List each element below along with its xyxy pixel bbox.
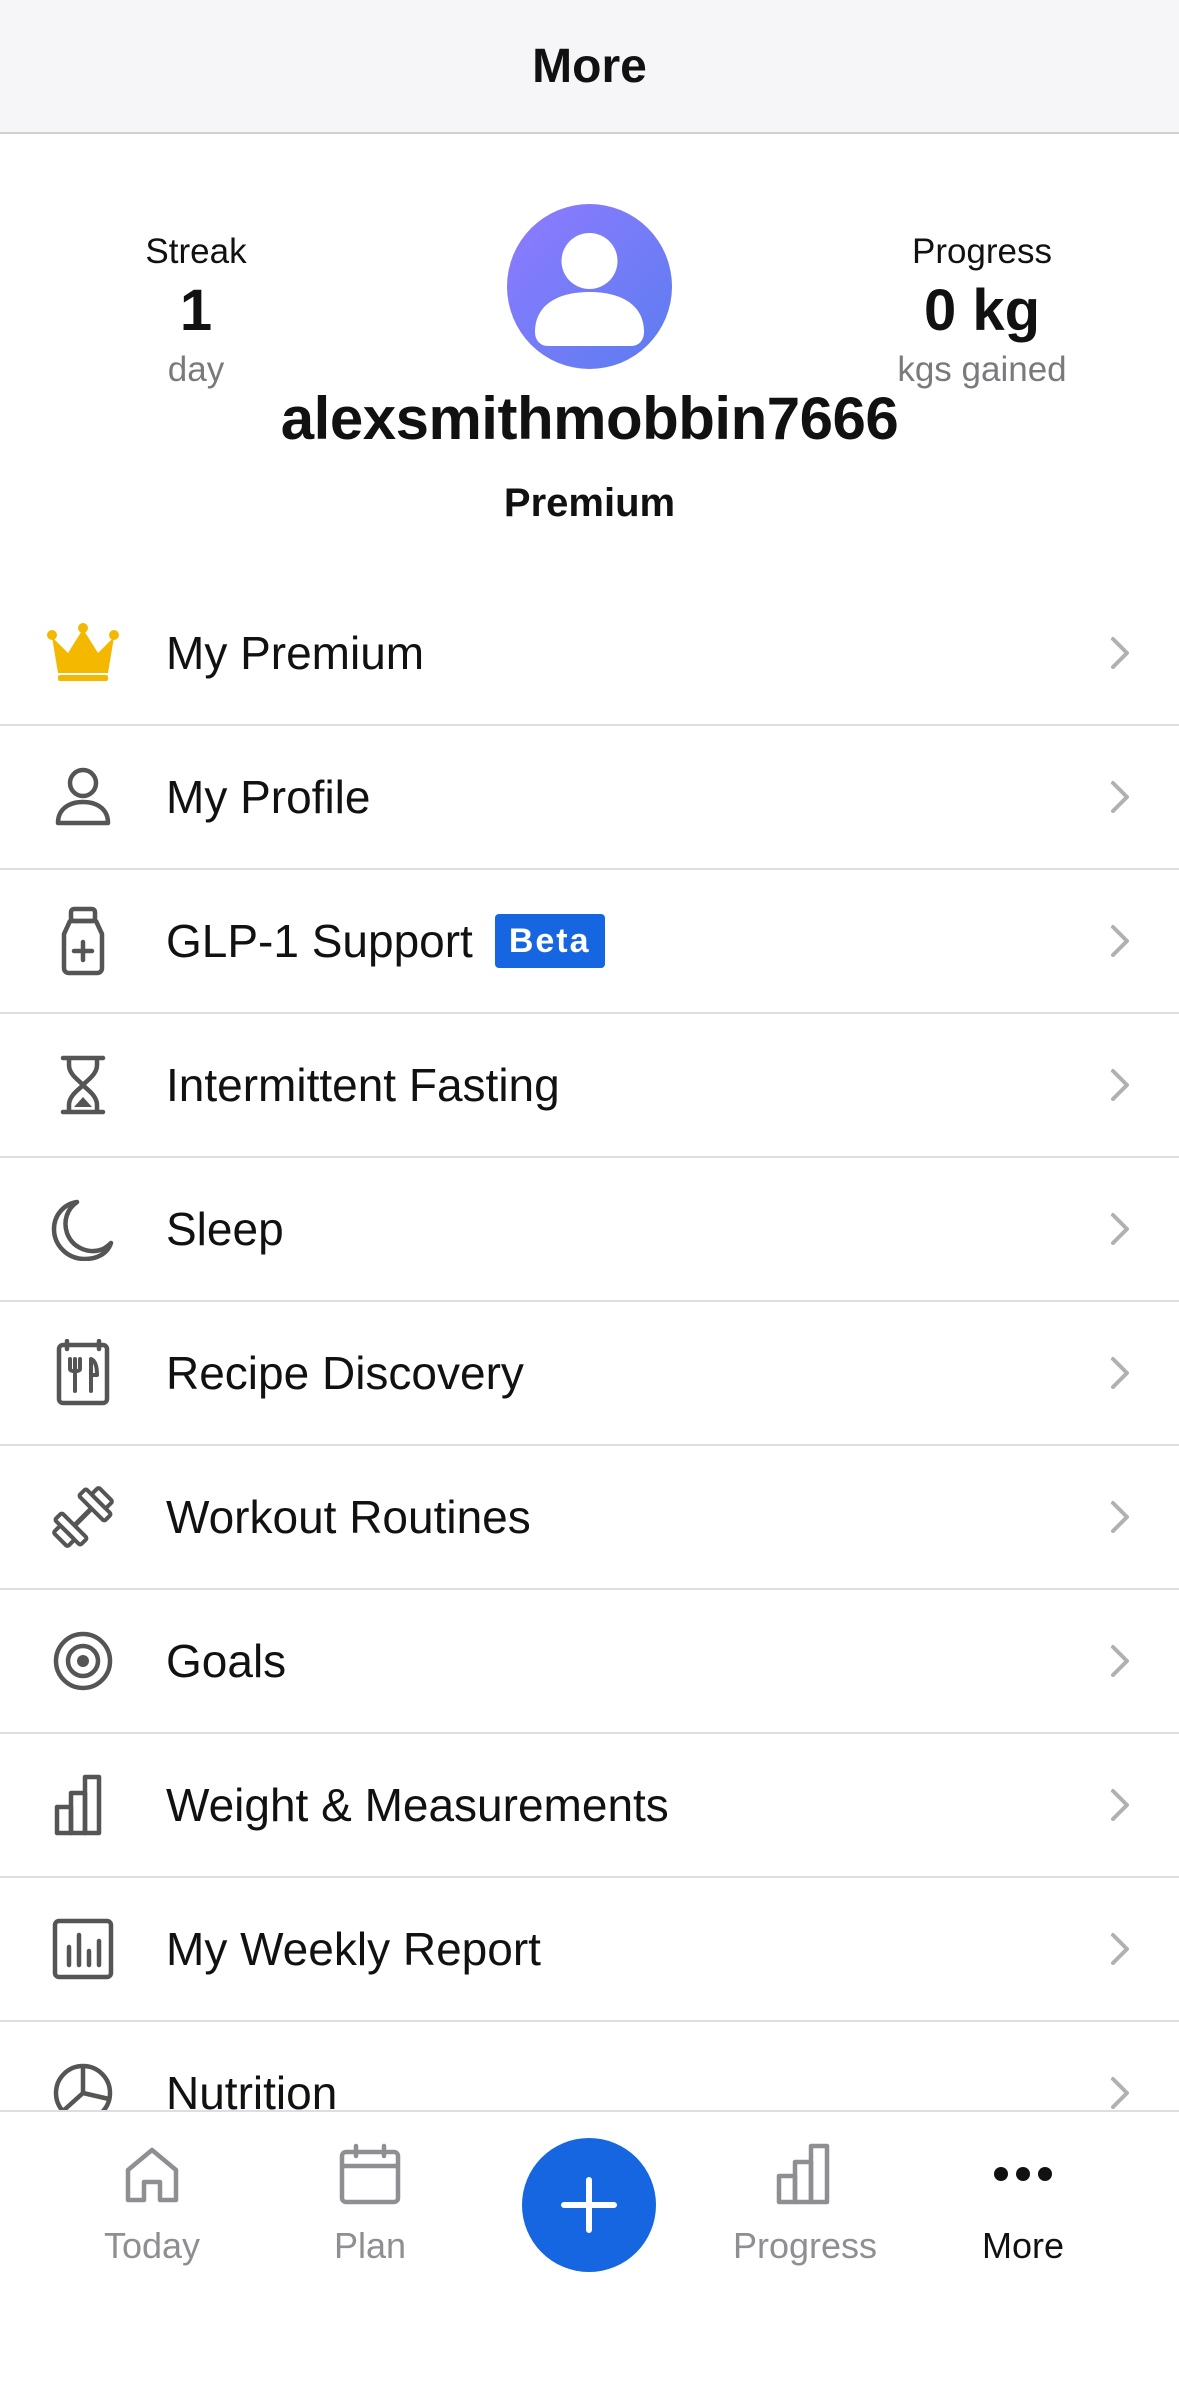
menu-item-label: Sleep (166, 1203, 284, 1255)
medicine-bottle-icon (46, 904, 120, 978)
add-button[interactable] (522, 2138, 656, 2272)
person-avatar-icon (535, 233, 644, 346)
person-icon (46, 760, 120, 834)
menu-item-goals[interactable]: Goals (0, 1590, 1179, 1734)
menu-item-workout-routines[interactable]: Workout Routines (0, 1446, 1179, 1590)
plan-label: Premium (503, 481, 676, 525)
streak-label: Streak (145, 232, 247, 271)
chevron-right-icon (1111, 781, 1129, 813)
dumbbell-icon (46, 1480, 120, 1554)
chevron-right-icon (1111, 1357, 1129, 1389)
home-icon (125, 2147, 179, 2203)
tab-plan[interactable]: Plan (280, 2142, 460, 2268)
report-icon (46, 1912, 120, 1986)
chevron-right-icon (1111, 1213, 1129, 1245)
menu-item-text: GLP-1 Support (166, 915, 473, 967)
tab-label: Plan (333, 2225, 407, 2266)
menu-item-recipe-discovery[interactable]: Recipe Discovery (0, 1302, 1179, 1446)
hourglass-icon (46, 1048, 120, 1122)
streak-value: 1 (179, 278, 213, 343)
avatar[interactable] (507, 204, 672, 369)
menu-item-my-profile[interactable]: My Profile (0, 726, 1179, 870)
progress-label: Progress (911, 232, 1053, 271)
crown-icon (46, 616, 120, 690)
chevron-right-icon (1111, 1789, 1129, 1821)
username: alexsmithmobbin7666 (280, 385, 899, 452)
progress-stat: Progress 0 kg kgs gained (862, 230, 1102, 392)
tab-label: Progress (732, 2225, 878, 2266)
menu-item-sleep[interactable]: Sleep (0, 1158, 1179, 1302)
tab-label: Today (103, 2225, 201, 2266)
tab-label: More (981, 2225, 1065, 2266)
navigation-bar: More (0, 0, 1179, 134)
menu-item-label: Workout Routines (166, 1491, 531, 1543)
tab-today[interactable]: Today (62, 2142, 242, 2268)
chevron-right-icon (1111, 1069, 1129, 1101)
menu-item-label: Recipe Discovery (166, 1347, 524, 1399)
page-title: More (532, 39, 647, 93)
menu-item-label: My Weekly Report (166, 1923, 541, 1975)
menu-item-label: Weight & Measurements (166, 1779, 669, 1831)
menu-item-my-premium[interactable]: My Premium (0, 582, 1179, 726)
bar-chart-icon (776, 2143, 830, 2205)
chevron-right-icon (1111, 925, 1129, 957)
menu-item-label: My Profile (166, 771, 371, 823)
menu-item-label: Goals (166, 1635, 287, 1687)
profile-summary: Streak 1 day Progress 0 kg kgs gained al… (0, 134, 1179, 574)
menu-item-glp1-support[interactable]: GLP-1 Support Beta (0, 870, 1179, 1014)
progress-value: 0 kg (923, 278, 1041, 343)
tab-bar: Today Plan Progress More (0, 2110, 1179, 2396)
chevron-right-icon (1111, 2077, 1129, 2109)
target-icon (46, 1624, 120, 1698)
chevron-right-icon (1111, 1645, 1129, 1677)
chevron-right-icon (1111, 1933, 1129, 1965)
tab-more[interactable]: More (933, 2142, 1113, 2268)
bar-chart-icon (46, 1768, 120, 1842)
menu-item-label: GLP-1 Support Beta (166, 914, 605, 968)
tab-progress[interactable]: Progress (715, 2142, 895, 2268)
plus-icon (561, 2177, 617, 2233)
menu-item-label: My Premium (166, 627, 425, 679)
menu-item-label: Intermittent Fasting (166, 1059, 560, 1111)
streak-stat: Streak 1 day (76, 230, 316, 392)
beta-badge: Beta (494, 914, 605, 968)
calendar-icon (339, 2143, 401, 2205)
chevron-right-icon (1111, 1501, 1129, 1533)
menu-item-intermittent-fasting[interactable]: Intermittent Fasting (0, 1014, 1179, 1158)
moon-icon (46, 1192, 120, 1266)
menu-list: My Premium My Profile GLP-1 Support Beta (0, 582, 1179, 2166)
chevron-right-icon (1111, 637, 1129, 669)
recipe-book-icon (46, 1336, 120, 1410)
more-icon (994, 2167, 1052, 2181)
menu-item-weight-measurements[interactable]: Weight & Measurements (0, 1734, 1179, 1878)
menu-item-my-weekly-report[interactable]: My Weekly Report (0, 1878, 1179, 2022)
